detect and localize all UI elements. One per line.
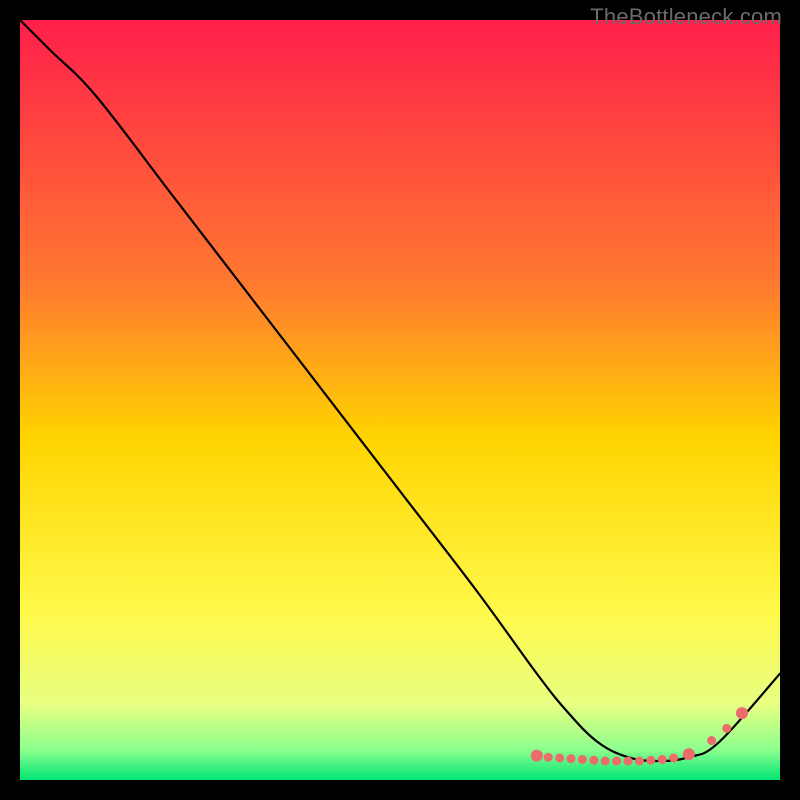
marker-point (531, 750, 543, 762)
marker-point (624, 757, 633, 766)
marker-point (567, 754, 576, 763)
marker-point (612, 757, 621, 766)
marker-point (601, 757, 610, 766)
chart-background (20, 20, 780, 780)
chart-frame (20, 20, 780, 780)
marker-point (635, 757, 644, 766)
marker-point (707, 736, 716, 745)
marker-point (722, 724, 731, 733)
marker-point (683, 748, 695, 760)
marker-point (555, 753, 564, 762)
chart-svg (20, 20, 780, 780)
marker-point (578, 755, 587, 764)
marker-point (669, 753, 678, 762)
marker-point (589, 756, 598, 765)
marker-point (658, 755, 667, 764)
watermark-text: TheBottleneck.com (590, 4, 782, 30)
marker-point (544, 753, 553, 762)
marker-point (646, 756, 655, 765)
marker-point (736, 707, 748, 719)
